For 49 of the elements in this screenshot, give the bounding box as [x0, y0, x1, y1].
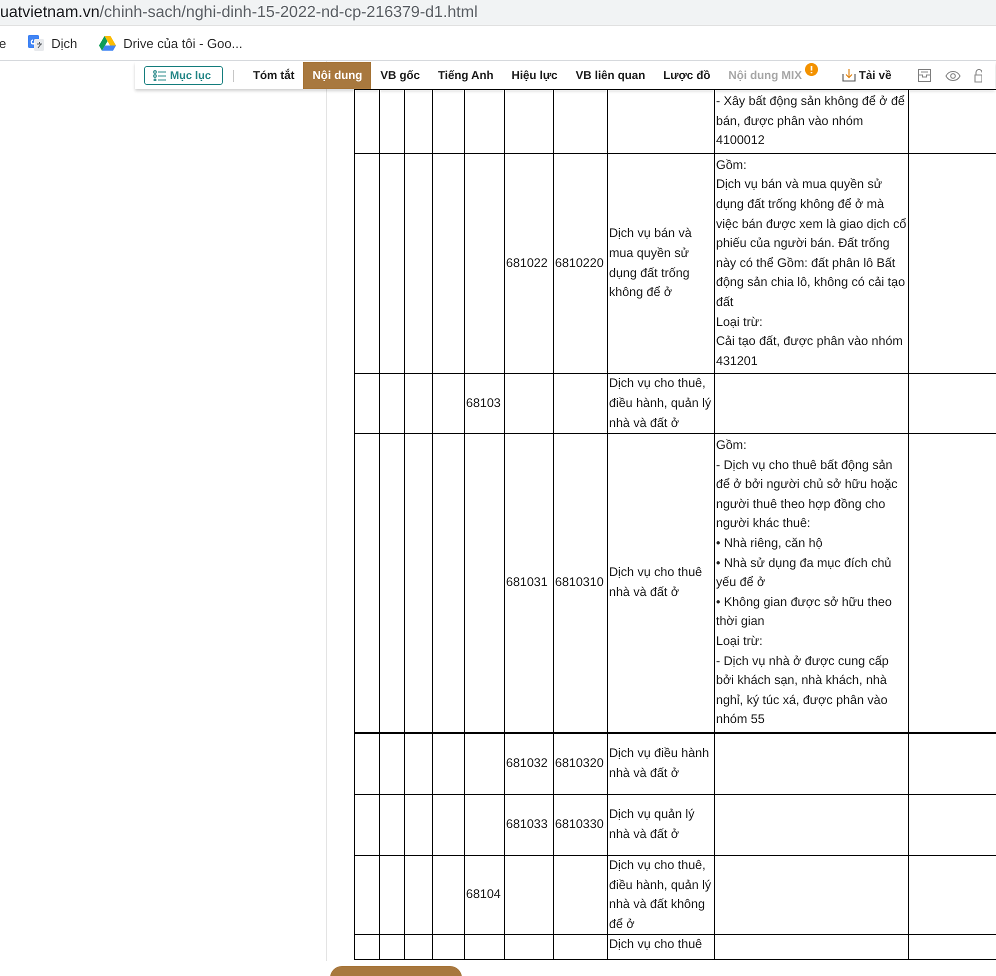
table-cell: Dịch vụ quản lý nhà và đất ở [609, 807, 694, 841]
cell-text: Cải tạo đất, được phân vào nhóm 431201 [716, 333, 904, 370]
table-cell: 6810310 [555, 575, 604, 590]
table-cell: Dịch vụ bán và mua quyền sử dụng đất trống không để ở [609, 226, 692, 300]
cell-text: Dịch vụ bán và mua quyền sử dụng đất trống không để ở mà việc bán được xem là giao dịch cổ phiếu của người bán. Đất trống này có thể Gồm: đất phân lô Bất động sản chia lô, không có cải tạo đất [716, 176, 907, 311]
table-cell: Dịch vụ cho thuê nhà và đất ở [609, 565, 702, 600]
table-cell: 681022 [506, 256, 548, 270]
tab[interactable]: Tóm tắt [244, 62, 304, 89]
cell-text: Gồm: [716, 437, 748, 454]
table-cell: 681031 [506, 575, 548, 590]
table-cell: Dịch vụ cho thuê [609, 937, 702, 952]
cell-text: • Không gian được sở hữu theo thời gian [716, 594, 893, 630]
table-cell: Dịch vụ cho thuê, điều hành, quản lý nhà và đất không để ở [609, 858, 712, 931]
tab[interactable]: Lược đồ [654, 62, 720, 89]
table-cell: 6810320 [555, 756, 604, 770]
download-button[interactable]: Tải về [832, 62, 900, 89]
cell-text: - Dịch vụ cho thuê bất động sản để ở bởi người chủ sở hữu hoặc người thuê theo hợp đồng cho người khác thuê: [716, 456, 899, 532]
triangle-icon [99, 36, 116, 50]
tab[interactable]: VB liên quan [566, 62, 654, 89]
cell-text: Gồm: [716, 156, 748, 174]
table-cell: 6810220 [555, 256, 604, 270]
download-icon [842, 69, 856, 82]
cell-text: Loại trừ: [716, 314, 764, 331]
lock-icon[interactable] [974, 68, 982, 82]
tab[interactable]: Tiếng Anh [428, 62, 503, 89]
table-of-contents-button[interactable]: Mục lục [144, 66, 223, 85]
table-cell: 68103 [466, 396, 501, 410]
bookmark-link[interactable]: Dịch [28, 35, 78, 51]
tab[interactable]: VB gốc [371, 62, 429, 89]
url-text: uatvietnam.vn/chinh-sach/nghi-dinh-15-2022-nd-cp-216379-d1.html [0, 4, 478, 22]
eye-icon[interactable] [945, 70, 961, 82]
tab[interactable]: Nội dung [303, 62, 372, 89]
bookmark-link[interactable]: Drive của tôi - Goo... [99, 36, 242, 50]
cell-text: • Nhà riêng, căn hộ [716, 535, 824, 552]
translate-icon [28, 35, 44, 51]
table-cell: Dịch vụ cho thuê, điều hành, quản lý nhà và đất ở [609, 376, 712, 430]
tab[interactable]: Hiệu lực [502, 62, 567, 89]
tray-icon[interactable] [917, 68, 932, 83]
address-bar[interactable]: uatvietnam.vn/chinh-sach/nghi-dinh-15-2022-nd-cp-216379-d1.html [0, 0, 996, 26]
table-cell: 6810330 [555, 817, 604, 832]
table-cell: 681032 [506, 756, 548, 770]
cell-text: • Nhà sử dụng đa mục đích chủ yếu để ở [716, 554, 892, 592]
table-cell: 68104 [466, 887, 501, 902]
list-icon [153, 70, 166, 81]
cell-text: - Xây bất động sản không để ở để bán, được phân vào nhóm 4100012 [716, 93, 906, 150]
table-cell: Dịch vụ điều hành nhà và đất ở [609, 746, 710, 780]
table-cell: 681033 [506, 817, 548, 832]
cell-text: Loại trừ: [716, 633, 764, 650]
cell-text: - Dịch vụ nhà ở được cung cấp bởi khách sạn, nhà khách, nhà nghỉ, ký túc xá, được phân vào nhóm 55 [716, 652, 890, 728]
